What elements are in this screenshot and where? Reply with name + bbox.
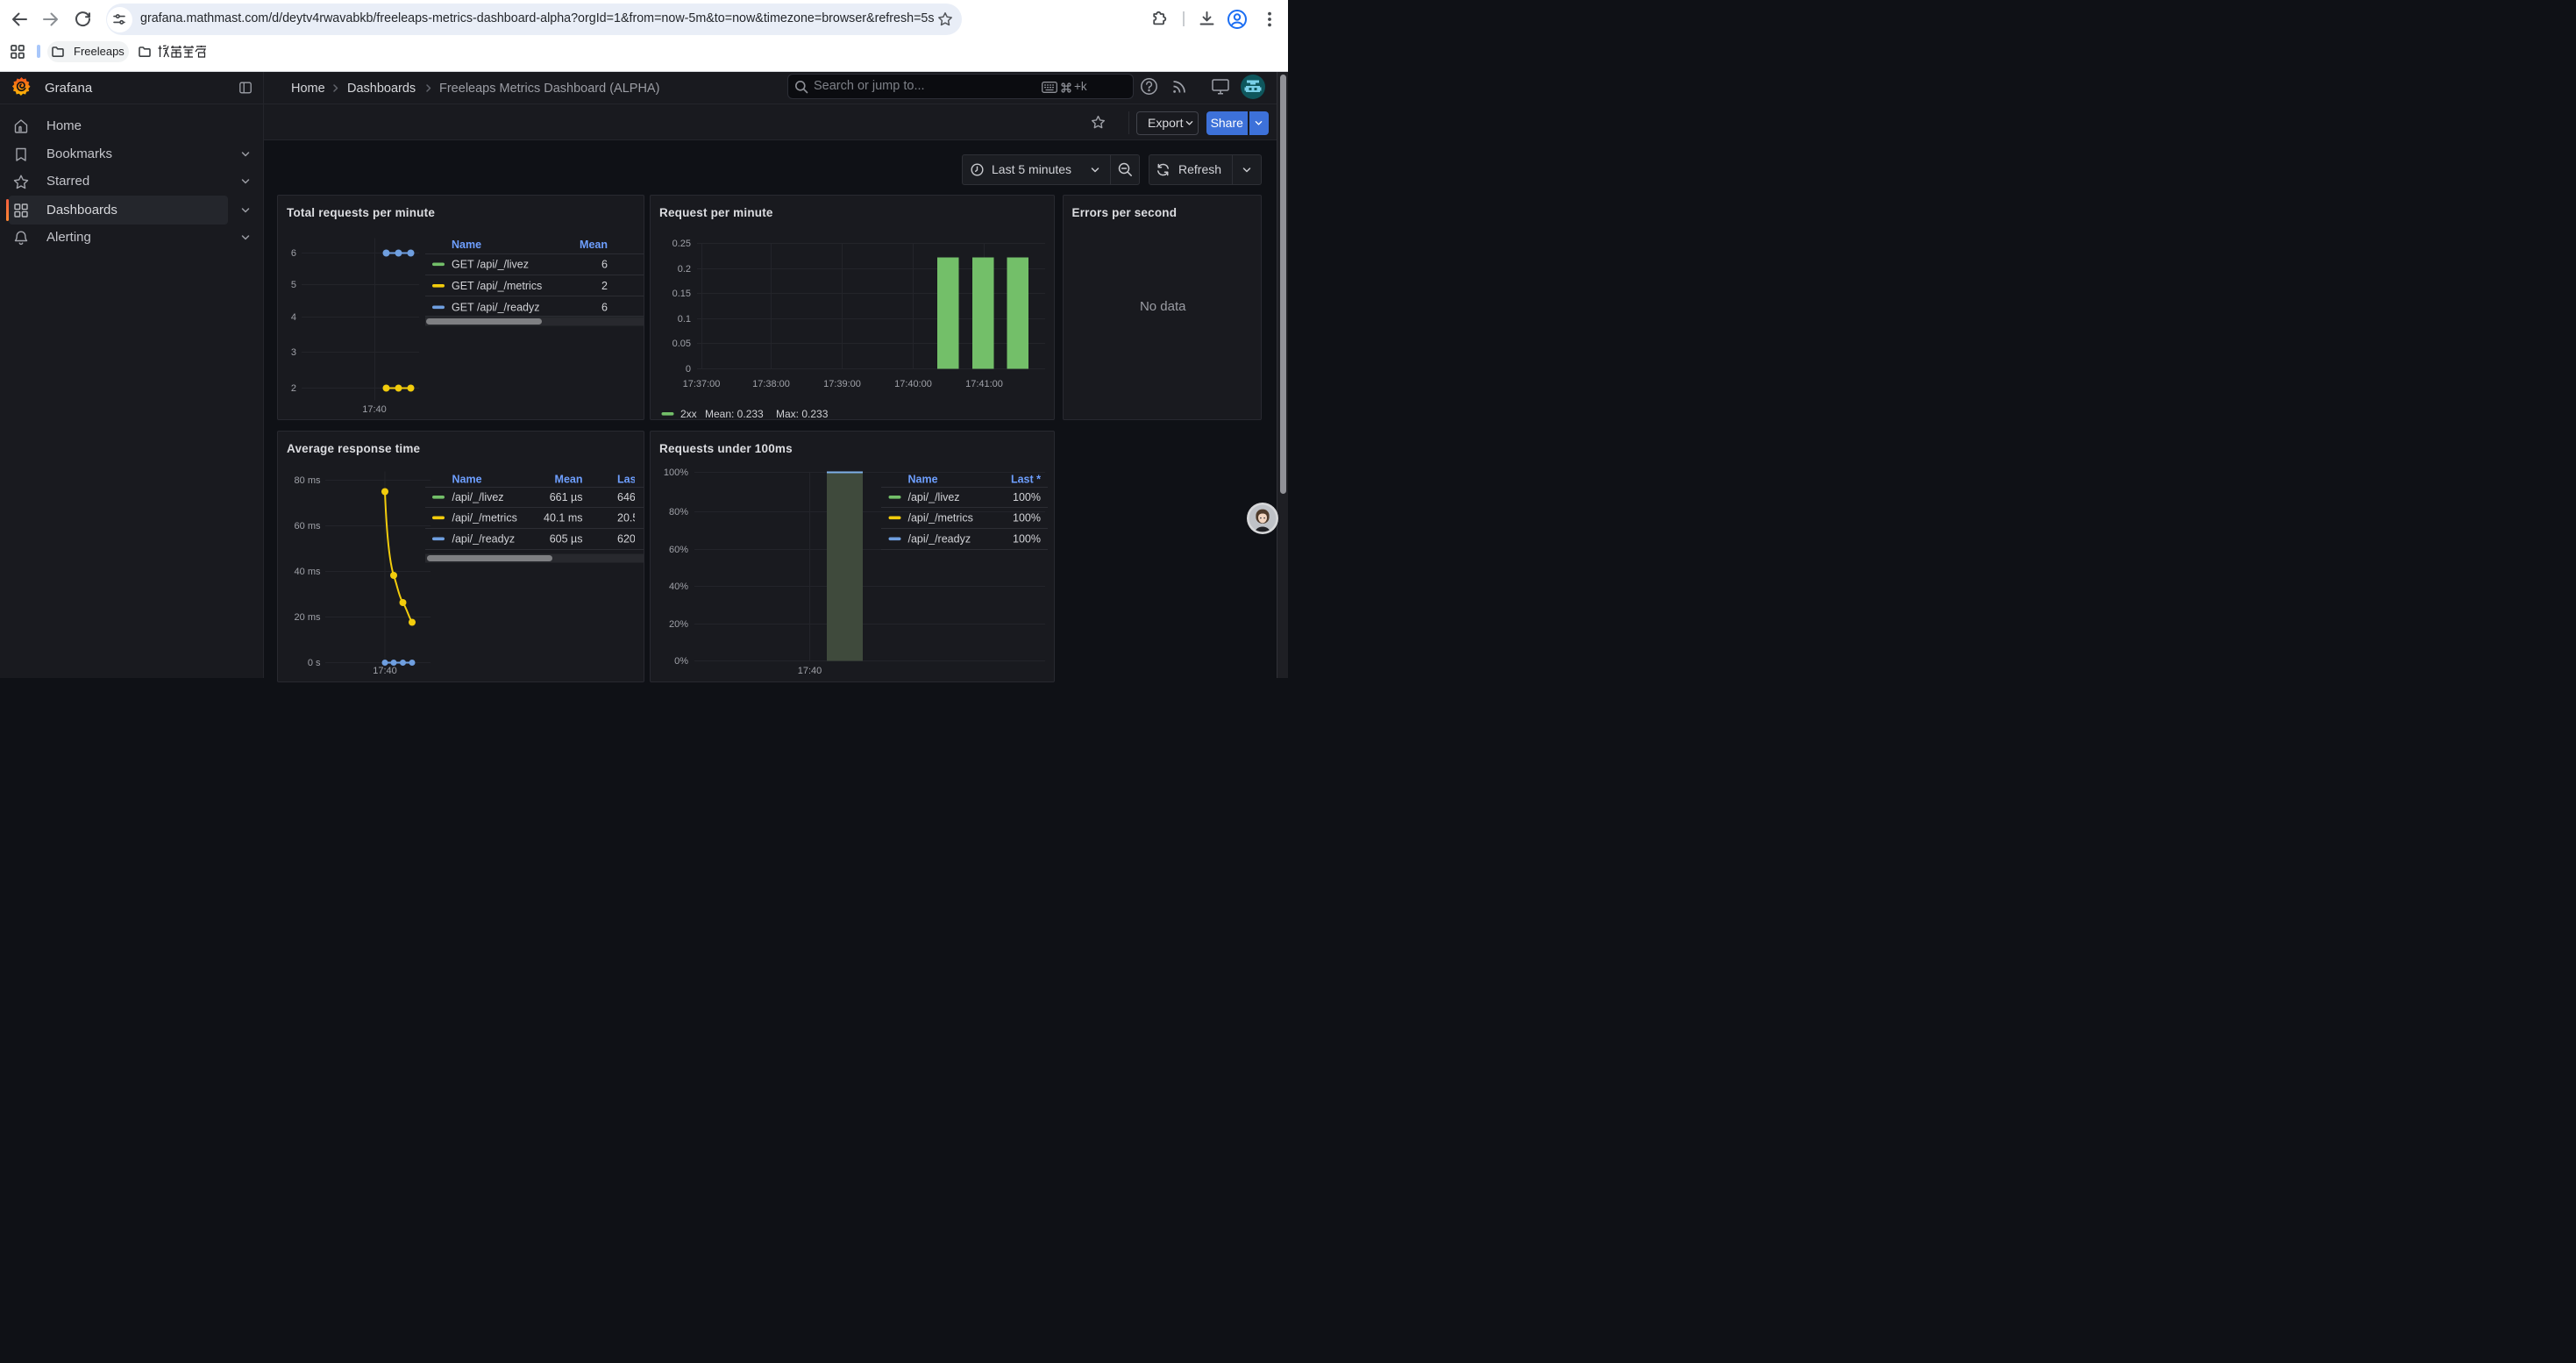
svg-text:80 ms: 80 ms <box>295 475 321 486</box>
svg-text:17:40: 17:40 <box>798 666 822 676</box>
svg-text:0.05: 0.05 <box>672 339 691 349</box>
svg-text:17:39:00: 17:39:00 <box>823 379 861 389</box>
svg-text:/api/_/livez: /api/_/livez <box>452 491 504 503</box>
svg-text:0.15: 0.15 <box>672 289 691 299</box>
svg-text:60 ms: 60 ms <box>295 521 321 532</box>
svg-text:/api/_/metrics: /api/_/metrics <box>908 511 973 524</box>
svg-text:661 µs: 661 µs <box>550 491 583 503</box>
svg-text:605 µs: 605 µs <box>550 532 583 545</box>
svg-text:GET /api/_/metrics: GET /api/_/metrics <box>452 280 542 292</box>
svg-text:Mean: Mean <box>555 473 583 485</box>
svg-text:0.2: 0.2 <box>678 264 691 275</box>
svg-text:2: 2 <box>291 383 296 394</box>
svg-text:/api/_/livez: /api/_/livez <box>908 491 960 503</box>
svg-text:17:38:00: 17:38:00 <box>752 379 790 389</box>
svg-text:40%: 40% <box>669 582 688 592</box>
svg-text:Name: Name <box>452 239 481 251</box>
svg-text:GET /api/_/livez: GET /api/_/livez <box>452 259 529 271</box>
svg-text:/api/_/readyz: /api/_/readyz <box>908 532 971 545</box>
svg-text:0.1: 0.1 <box>678 314 691 325</box>
svg-text:6: 6 <box>291 248 296 259</box>
svg-text:100%: 100% <box>1013 511 1041 524</box>
svg-text:17:37:00: 17:37:00 <box>683 379 721 389</box>
svg-text:100%: 100% <box>1013 491 1041 503</box>
svg-text:0%: 0% <box>674 656 688 667</box>
svg-text:40 ms: 40 ms <box>295 567 321 577</box>
svg-text:100%: 100% <box>1013 532 1041 545</box>
svg-text:2xx: 2xx <box>680 408 697 420</box>
svg-text:3: 3 <box>291 347 296 358</box>
svg-text:Last *: Last * <box>1011 473 1041 485</box>
svg-text:80%: 80% <box>669 507 688 517</box>
svg-text:20%: 20% <box>669 619 688 630</box>
svg-text:17:40: 17:40 <box>362 404 387 415</box>
svg-text:17:41:00: 17:41:00 <box>965 379 1003 389</box>
svg-text:Name: Name <box>452 473 482 485</box>
svg-text:60%: 60% <box>669 545 688 555</box>
svg-text:Name: Name <box>908 473 938 485</box>
svg-text:Last *: Last * <box>617 473 647 485</box>
svg-text:Max: 0.233: Max: 0.233 <box>776 408 829 420</box>
svg-text:100%: 100% <box>664 467 688 478</box>
svg-text:5: 5 <box>291 280 296 290</box>
svg-text:17:40: 17:40 <box>373 666 397 676</box>
svg-text:20 ms: 20 ms <box>295 612 321 623</box>
svg-text:GET /api/_/readyz: GET /api/_/readyz <box>452 302 540 314</box>
svg-text:0: 0 <box>686 364 691 375</box>
svg-text:Mean: Mean <box>580 239 608 251</box>
svg-text:6: 6 <box>601 302 608 314</box>
svg-text:4: 4 <box>291 312 296 323</box>
svg-text:6: 6 <box>601 259 608 271</box>
svg-text:Mean: 0.233: Mean: 0.233 <box>705 408 764 420</box>
svg-text:40.1 ms: 40.1 ms <box>544 511 582 524</box>
svg-text:/api/_/readyz: /api/_/readyz <box>452 532 516 545</box>
svg-text:/api/_/metrics: /api/_/metrics <box>452 511 517 524</box>
svg-text:17:40:00: 17:40:00 <box>894 379 932 389</box>
svg-text:0 s: 0 s <box>308 658 321 668</box>
svg-text:2: 2 <box>601 280 608 292</box>
svg-text:0.25: 0.25 <box>672 239 691 249</box>
